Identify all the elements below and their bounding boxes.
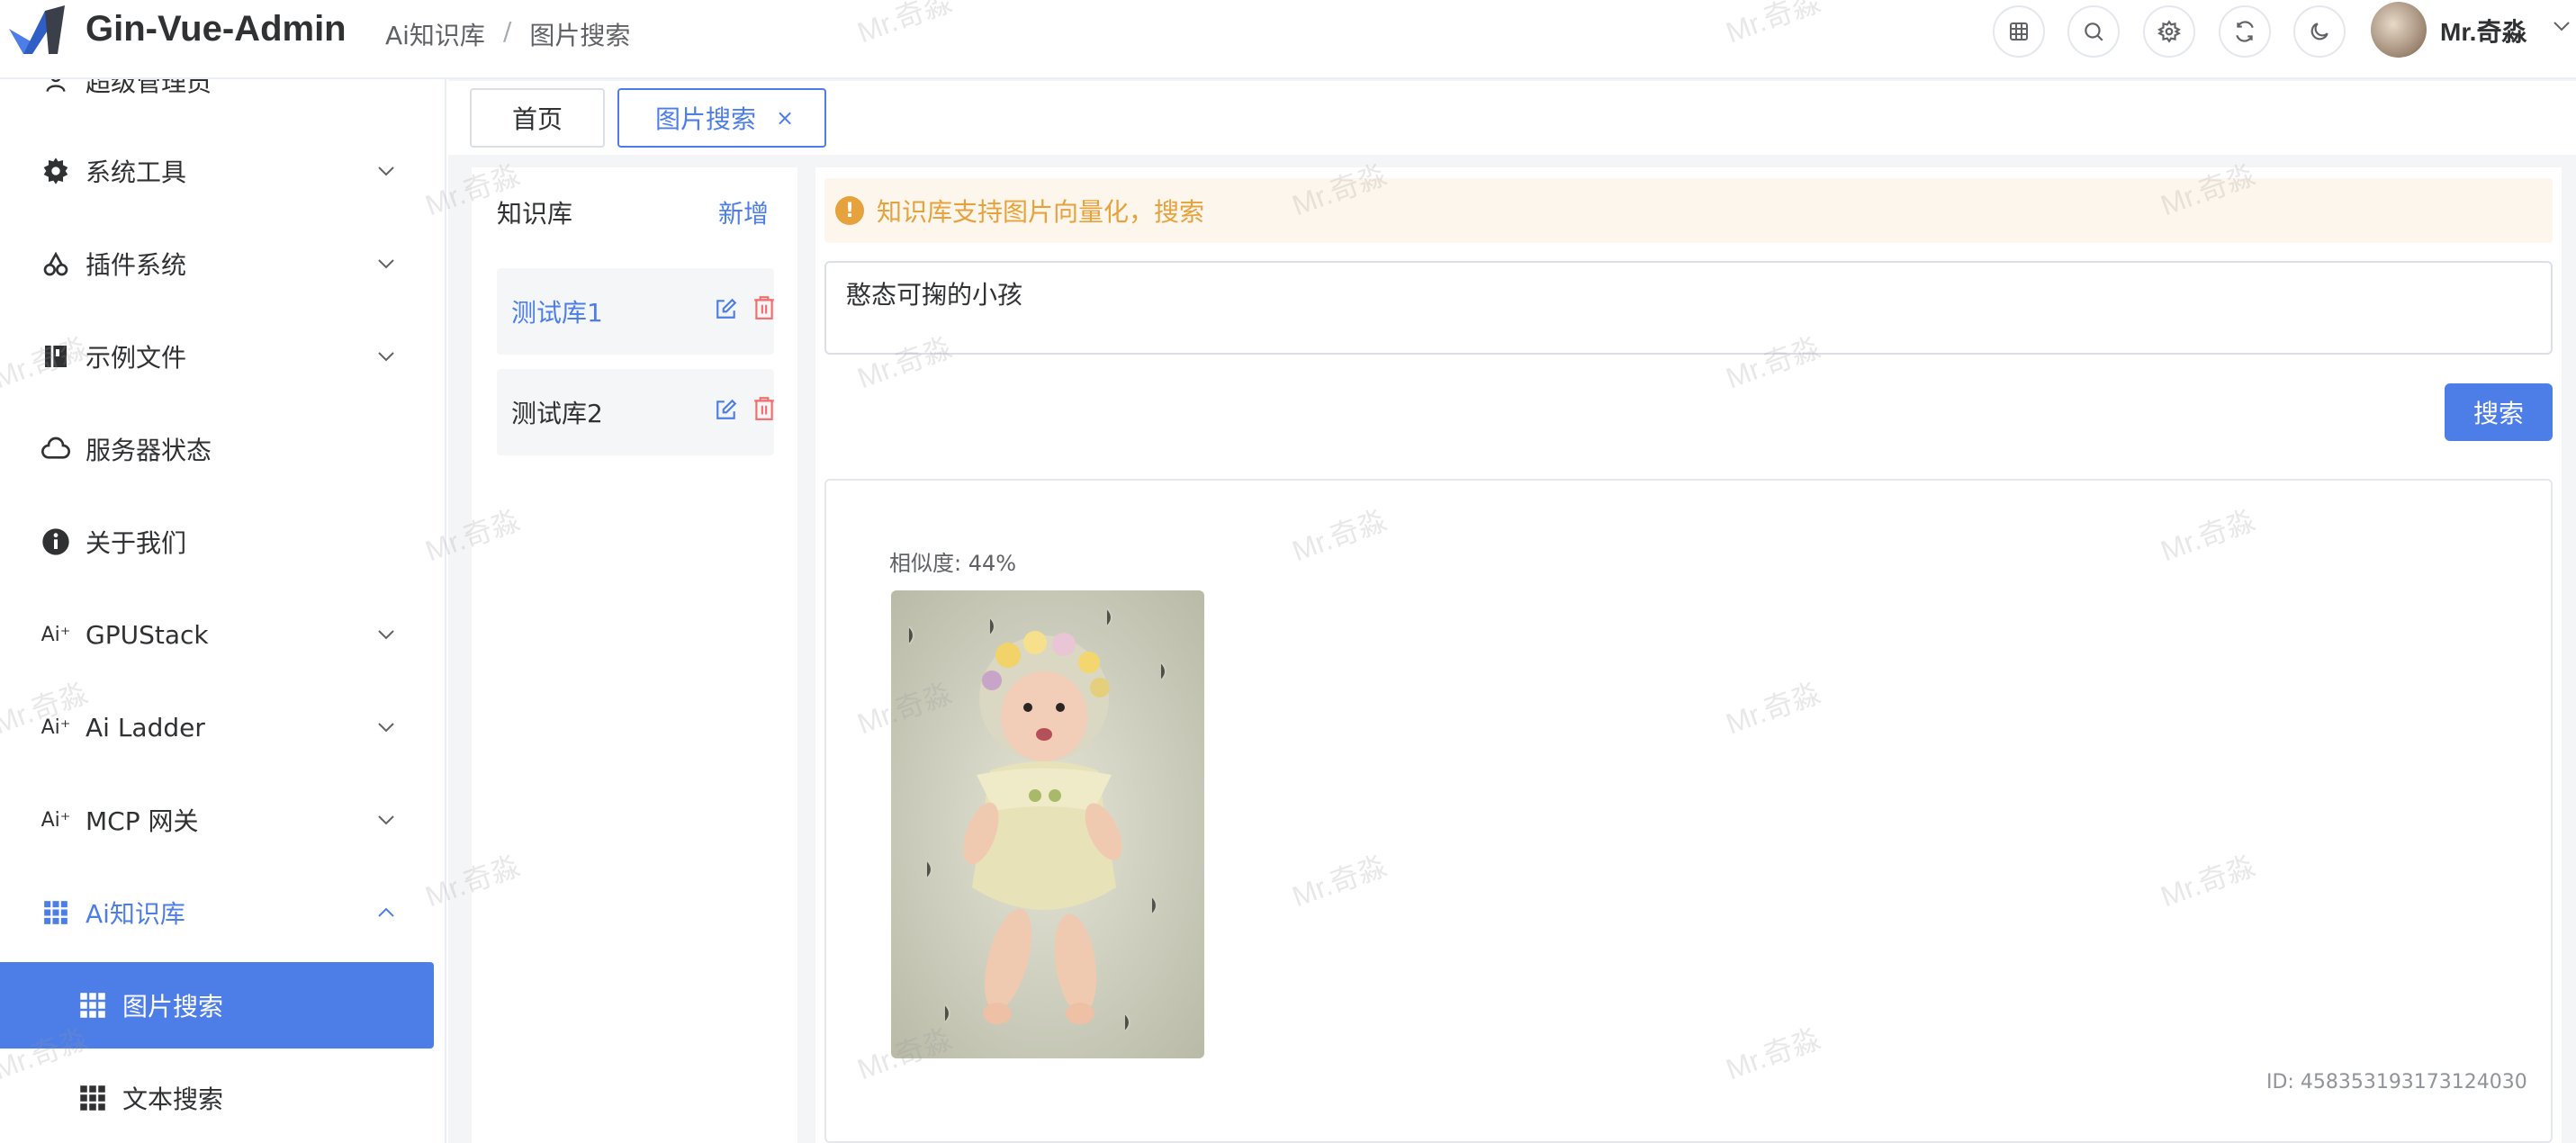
chevron-down-icon xyxy=(378,166,394,176)
sidebar-item-label: Ai知识库 xyxy=(86,899,185,929)
chevron-down-icon xyxy=(378,723,394,733)
similarity-label: 相似度: 44% xyxy=(889,551,1017,576)
sidebar-subitem-label: 图片搜索 xyxy=(122,992,224,1022)
chevron-down-icon xyxy=(378,352,394,362)
knowledge-base-name: 测试库1 xyxy=(511,298,603,328)
sidebar-subitem-image-search[interactable]: 图片搜索 xyxy=(0,962,434,1048)
search-query-input[interactable]: 憨态可掬的小孩 xyxy=(824,261,2553,355)
result-image[interactable] xyxy=(891,590,1204,1058)
knowledge-base-name: 测试库2 xyxy=(511,399,603,428)
sidebar-item-label: 关于我们 xyxy=(86,528,187,558)
app-title: Gin-Vue-Admin xyxy=(86,9,347,49)
logo-icon xyxy=(9,5,65,54)
sidebar-subitem-label: 文本搜索 xyxy=(122,1084,224,1114)
tab-home[interactable]: 首页 xyxy=(470,88,605,148)
baby-photo-image xyxy=(891,590,1204,1058)
close-icon[interactable]: × xyxy=(776,105,794,130)
sidebar-item-server-status[interactable]: 服务器状态 xyxy=(0,406,445,492)
sidebar-item-mcp-gateway[interactable]: Ai⁺ MCP 网关 xyxy=(0,777,445,863)
sidebar-item-label: GPUStack xyxy=(86,619,209,650)
moon-icon xyxy=(2310,22,2328,40)
search-icon xyxy=(2085,22,2103,41)
sidebar-item-about[interactable]: 关于我们 xyxy=(0,499,445,585)
grid-icon xyxy=(2010,22,2028,40)
warning-icon: ! xyxy=(835,196,864,225)
sidebar-item-label: 服务器状态 xyxy=(86,436,212,465)
knowledge-base-title: 知识库 xyxy=(497,199,573,229)
chevron-down-icon[interactable] xyxy=(2553,20,2571,32)
dark-mode-button[interactable] xyxy=(2293,5,2346,58)
book-icon xyxy=(40,340,72,373)
refresh-icon xyxy=(2236,21,2254,42)
info-alert: ! 知识库支持图片向量化，搜索 xyxy=(824,178,2553,243)
search-button[interactable]: 搜索 xyxy=(2445,383,2553,441)
sidebar: 超级管理员 系统工具 插件系统 示例文件 服务器状态 关于我们 Ai⁺ GPUS… xyxy=(0,79,446,1143)
chevron-up-icon xyxy=(378,907,394,917)
sidebar-item-label: Ai Ladder xyxy=(86,712,205,742)
knowledge-base-panel: 知识库 新增 测试库1 测试库2 xyxy=(472,167,797,1143)
sidebar-item-admin[interactable]: 超级管理员 xyxy=(0,79,445,124)
top-header: Gin-Vue-Admin Ai知识库 / 图片搜索 Mr.奇淼 xyxy=(0,0,2576,79)
gear-icon xyxy=(40,155,72,187)
knowledge-base-item[interactable]: 测试库1 xyxy=(497,268,774,355)
chevron-down-icon xyxy=(378,259,394,269)
layout-grid-button[interactable] xyxy=(1993,5,2045,58)
tab-label: 首页 xyxy=(511,104,563,134)
result-id: ID: 458353193173124030 xyxy=(2266,1071,2527,1094)
sidebar-item-label: MCP 网关 xyxy=(86,806,199,836)
search-button[interactable] xyxy=(2067,5,2120,58)
tabs-bar: 首页 图片搜索 × xyxy=(448,81,2576,155)
tab-image-search[interactable]: 图片搜索 × xyxy=(617,88,826,148)
sidebar-item-label: 插件系统 xyxy=(86,250,187,280)
sidebar-item-example-files[interactable]: 示例文件 xyxy=(0,313,445,400)
delete-icon[interactable] xyxy=(752,396,776,421)
settings-icon xyxy=(2157,20,2181,43)
breadcrumb-parent[interactable]: Ai知识库 xyxy=(385,16,485,52)
sidebar-item-label: 系统工具 xyxy=(86,158,187,187)
sidebar-subitem-text-search[interactable]: 文本搜索 xyxy=(0,1055,434,1141)
user-icon xyxy=(40,79,72,97)
chevron-down-icon xyxy=(378,815,394,825)
edit-icon[interactable] xyxy=(715,398,738,421)
grid-icon xyxy=(80,993,105,1018)
breadcrumb-current: 图片搜索 xyxy=(529,21,631,50)
sidebar-item-ai-knowledge[interactable]: Ai知识库 xyxy=(0,869,445,956)
alert-message: 知识库支持图片向量化，搜索 xyxy=(877,197,1205,227)
knowledge-base-item[interactable]: 测试库2 xyxy=(497,369,774,455)
breadcrumb: Ai知识库 / 图片搜索 xyxy=(385,16,630,52)
sidebar-item-system-tools[interactable]: 系统工具 xyxy=(0,128,445,214)
username[interactable]: Mr.奇淼 xyxy=(2440,13,2526,49)
ai-icon: Ai⁺ xyxy=(41,716,71,739)
sidebar-item-gpustack[interactable]: Ai⁺ GPUStack xyxy=(0,591,445,678)
refresh-button[interactable] xyxy=(2219,5,2271,58)
settings-button[interactable] xyxy=(2143,5,2195,58)
sidebar-item-label: 示例文件 xyxy=(86,343,187,373)
sidebar-item-label: 超级管理员 xyxy=(86,79,212,97)
add-knowledge-base-button[interactable]: 新增 xyxy=(718,194,769,230)
delete-icon[interactable] xyxy=(752,295,776,320)
ai-icon: Ai⁺ xyxy=(41,808,71,832)
tab-label: 图片搜索 xyxy=(655,104,757,134)
edit-icon[interactable] xyxy=(715,297,738,320)
cloud-icon xyxy=(40,433,72,465)
sidebar-item-ai-ladder[interactable]: Ai⁺ Ai Ladder xyxy=(0,684,445,770)
sidebar-item-plugins[interactable]: 插件系统 xyxy=(0,220,445,307)
grid-icon xyxy=(80,1085,105,1111)
chevron-down-icon xyxy=(378,630,394,640)
cherry-icon xyxy=(40,248,72,280)
info-icon xyxy=(40,526,72,558)
breadcrumb-separator: / xyxy=(502,16,512,46)
grid-icon xyxy=(40,896,72,929)
avatar[interactable] xyxy=(2371,2,2427,58)
ai-icon: Ai⁺ xyxy=(41,623,71,646)
